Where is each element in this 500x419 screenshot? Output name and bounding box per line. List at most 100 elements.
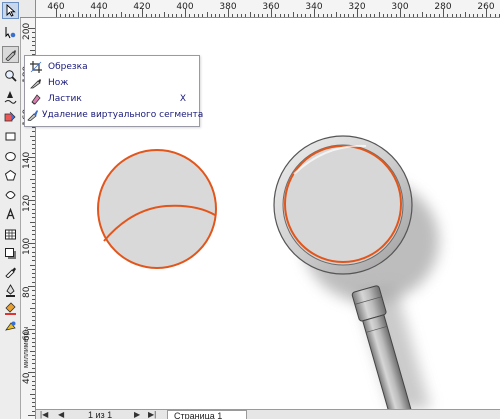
ruler-tick xyxy=(32,367,35,369)
ruler-tick xyxy=(215,14,217,17)
ruler-label: 380 xyxy=(219,2,237,12)
ruler-tick xyxy=(32,311,35,313)
ruler-tick xyxy=(32,389,35,391)
ruler-tick xyxy=(455,14,457,17)
ruler-tick xyxy=(32,298,35,300)
ruler-tick xyxy=(301,14,303,17)
ruler-tick xyxy=(32,144,35,146)
ruler-tick xyxy=(477,14,479,17)
ruler-tick xyxy=(223,14,225,17)
ruler-tick xyxy=(430,14,432,17)
ruler-tick xyxy=(32,182,35,184)
ruler-tick xyxy=(32,303,35,305)
next-page-icon[interactable]: ▶ xyxy=(134,410,140,419)
ruler-tick xyxy=(32,410,35,412)
ruler-tick xyxy=(163,12,165,17)
ruler-tick xyxy=(481,14,483,17)
ruler-tick xyxy=(32,333,35,335)
flyout-item-knife[interactable]: Нож xyxy=(25,75,199,91)
polygon-tool-icon[interactable] xyxy=(2,167,19,184)
ruler-tick xyxy=(275,14,277,17)
table-tool-icon[interactable] xyxy=(2,226,19,243)
flyout-item-crop[interactable]: Обрезка xyxy=(25,59,199,75)
ruler-label: 200 xyxy=(22,22,32,40)
ruler-units-label: миллиметры xyxy=(23,327,30,368)
ruler-tick xyxy=(408,14,410,17)
first-page-icon[interactable]: |◀ xyxy=(40,410,48,419)
ruler-tick xyxy=(249,12,251,17)
smart-fill-tool-icon[interactable] xyxy=(2,108,19,125)
ruler-tick xyxy=(245,14,247,17)
ruler-tick xyxy=(30,393,35,395)
ruler-corner[interactable] xyxy=(20,0,36,18)
freehand-tool-icon[interactable] xyxy=(2,88,19,105)
ruler-tick xyxy=(473,14,475,17)
ruler-tick xyxy=(344,14,346,17)
drop-shadow-tool-icon[interactable] xyxy=(2,245,19,262)
previous-page-icon[interactable]: ◀ xyxy=(58,410,64,419)
ruler-tick xyxy=(116,14,118,17)
ruler-tick xyxy=(81,14,83,17)
flyout-item-eraser[interactable]: Ластик X xyxy=(25,91,199,107)
eyedropper-tool-icon[interactable] xyxy=(2,263,19,280)
ruler-tick xyxy=(30,264,35,266)
flyout-item-label: Нож xyxy=(48,78,69,88)
erased-circle-shape[interactable] xyxy=(97,149,217,269)
fill-tool-icon[interactable] xyxy=(2,300,19,317)
ruler-label: 360 xyxy=(262,2,280,12)
ruler-tick xyxy=(32,354,35,356)
rectangle-tool-icon[interactable] xyxy=(2,128,19,145)
ruler-tick xyxy=(318,14,320,17)
last-page-icon[interactable]: ▶| xyxy=(148,410,156,419)
ruler-tick xyxy=(369,14,371,17)
outline-pen-tool-icon[interactable] xyxy=(2,282,19,299)
ruler-tick xyxy=(236,14,238,17)
horizontal-ruler[interactable]: 460 440 420 400 380 360 340 320 300 280 260 xyxy=(36,0,500,18)
ruler-tick xyxy=(417,14,419,17)
crop-tool-group-icon[interactable] xyxy=(2,46,19,63)
ruler-tick xyxy=(32,397,35,399)
ruler-tick xyxy=(32,277,35,279)
interactive-fill-tool-icon[interactable] xyxy=(2,318,19,335)
zoom-tool-icon[interactable] xyxy=(2,67,19,84)
ruler-tick xyxy=(292,12,294,17)
ruler-label: 140 xyxy=(22,151,32,169)
flyout-item-label: Ластик xyxy=(48,94,82,104)
ruler-tick xyxy=(451,14,453,17)
shape-tool-icon[interactable] xyxy=(2,24,19,41)
ruler-tick xyxy=(32,36,35,38)
ruler-tick xyxy=(32,165,35,167)
ruler-label: 260 xyxy=(477,2,495,12)
ruler-tick xyxy=(266,14,268,17)
ruler-tick xyxy=(202,14,204,17)
ruler-tick xyxy=(339,14,341,17)
text-tool-icon[interactable] xyxy=(2,206,19,223)
ruler-tick xyxy=(32,316,35,318)
ruler-tick xyxy=(378,12,380,17)
pick-tool-icon[interactable] xyxy=(2,2,19,19)
ruler-label: 120 xyxy=(22,194,32,212)
ruler-label: 280 xyxy=(434,2,452,12)
flyout-item-label: Обрезка xyxy=(48,62,88,72)
ruler-tick xyxy=(32,32,35,34)
flyout-item-virtual-segment-delete[interactable]: Удаление виртуального сегмента xyxy=(25,107,203,123)
page-tab[interactable]: Страница 1 xyxy=(167,410,247,419)
ruler-tick xyxy=(30,178,35,180)
ruler-tick xyxy=(107,14,109,17)
ruler-tick xyxy=(490,14,492,17)
ruler-tick xyxy=(94,14,96,17)
ruler-label: 100 xyxy=(22,237,32,255)
ruler-tick xyxy=(210,14,212,17)
ruler-tick xyxy=(32,273,35,275)
ellipse-tool-icon[interactable] xyxy=(2,148,19,165)
magnifier-lens[interactable] xyxy=(273,135,413,275)
ruler-tick xyxy=(387,14,389,17)
ruler-tick xyxy=(133,14,135,17)
basic-shapes-tool-icon[interactable] xyxy=(2,187,19,204)
ruler-tick xyxy=(32,126,35,128)
ruler-tick xyxy=(32,161,35,163)
crop-icon xyxy=(27,59,45,75)
ruler-tick xyxy=(348,14,350,17)
ruler-tick xyxy=(32,131,35,133)
ruler-tick xyxy=(32,376,35,378)
